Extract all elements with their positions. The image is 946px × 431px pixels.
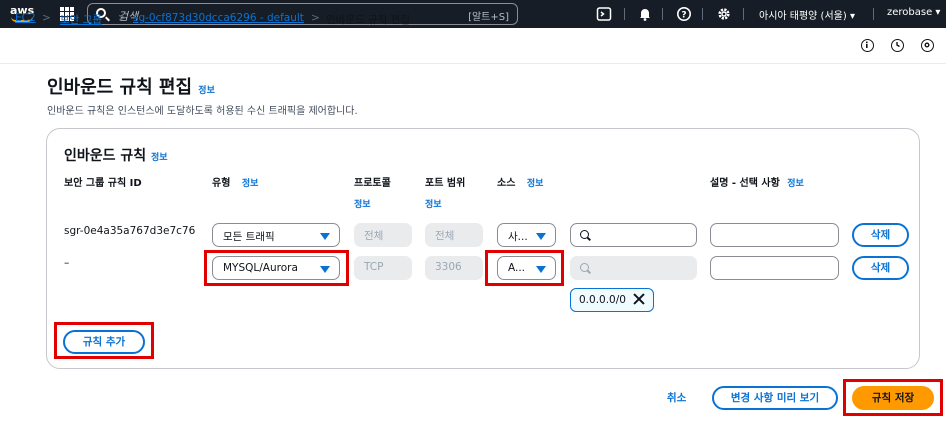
info-panel-icon[interactable] xyxy=(861,39,874,52)
cidr-search-input[interactable] xyxy=(570,223,697,247)
history-icon[interactable] xyxy=(891,39,904,52)
delete-rule-button[interactable]: 삭제 xyxy=(852,256,909,280)
highlight-add-rule xyxy=(54,322,154,359)
column-source-label: 소스 xyxy=(497,178,516,189)
inbound-rules-card xyxy=(46,128,920,369)
page-title-text: 인바운드 규칙 편집 xyxy=(47,77,193,98)
highlight-type-select xyxy=(204,250,349,286)
column-protocol: 프로토콜 xyxy=(354,178,391,189)
delete-rule-button[interactable]: 삭제 xyxy=(852,223,909,247)
type-select[interactable]: 모든 트래픽 xyxy=(212,223,340,247)
column-description-label: 설명 - 선택 사항 xyxy=(710,178,780,189)
breadcrumb-security-groups[interactable]: 보안 그룹 xyxy=(60,12,102,27)
save-rules-button[interactable]: 규칙 저장 xyxy=(852,386,934,410)
caret-down-icon xyxy=(320,233,330,240)
bell-icon[interactable] xyxy=(637,6,653,22)
protocol-field: 전체 xyxy=(354,223,412,247)
source-select-value: 사... xyxy=(508,231,528,243)
gear-icon[interactable] xyxy=(716,6,732,22)
close-icon[interactable] xyxy=(631,291,647,307)
cidr-token-value: 0.0.0.0/0 xyxy=(579,294,626,306)
search-shortcut: [알트+S] xyxy=(468,12,509,23)
card-title-text: 인바운드 규칙 xyxy=(64,148,147,164)
column-type-label: 유형 xyxy=(212,178,231,189)
column-description-info[interactable]: 정보 xyxy=(787,179,804,189)
column-type: 유형 정보 xyxy=(212,174,258,189)
account-menu[interactable]: zerobase ▾ xyxy=(887,7,940,18)
column-protocol-info[interactable]: 정보 xyxy=(354,197,371,210)
rule-id: – xyxy=(64,257,70,269)
type-select-value: 모든 트래픽 xyxy=(223,231,275,243)
cidr-token: 0.0.0.0/0 xyxy=(570,288,654,312)
column-type-info[interactable]: 정보 xyxy=(242,179,259,189)
tutorial-icon[interactable] xyxy=(921,39,934,52)
search-icon xyxy=(580,230,589,239)
column-source-info[interactable]: 정보 xyxy=(527,179,544,189)
card-title: 인바운드 규칙 정보 xyxy=(64,145,168,165)
port-range-field: 전체 xyxy=(425,223,483,247)
caret-down-icon xyxy=(536,233,546,240)
source-select[interactable]: 사... xyxy=(497,223,556,247)
breadcrumb-security-group[interactable]: sg-0cf873d30dcca6296 - default xyxy=(133,12,304,24)
breadcrumb-current: 인바운드 규칙 편집 xyxy=(326,14,410,26)
page-title: 인바운드 규칙 편집 정보 xyxy=(47,73,215,99)
column-port-range: 포트 범위 xyxy=(425,178,466,189)
description-input[interactable] xyxy=(710,223,839,247)
region-selector[interactable]: 아시아 태평양 (서울) ▾ xyxy=(759,7,855,22)
breadcrumb-ec2[interactable]: EC2 xyxy=(15,12,36,24)
description-input[interactable] xyxy=(710,256,839,280)
svg-text:?: ? xyxy=(681,11,686,21)
column-rule-id: 보안 그룹 규칙 ID xyxy=(64,178,142,189)
rule-id: sgr-0e4a35a767d3e7c76 xyxy=(64,225,196,237)
column-description: 설명 - 선택 사항 정보 xyxy=(710,174,804,189)
breadcrumb-separator: > xyxy=(311,12,320,24)
breadcrumb-separator: > xyxy=(42,12,51,24)
search-icon xyxy=(580,263,589,272)
help-icon[interactable]: ? xyxy=(676,6,692,22)
cidr-search-input[interactable] xyxy=(570,256,697,280)
column-source: 소스 정보 xyxy=(497,174,543,189)
card-info-link[interactable]: 정보 xyxy=(151,153,168,163)
breadcrumb-bar xyxy=(0,28,946,64)
breadcrumb-separator: > xyxy=(118,12,127,24)
page-info-link[interactable]: 정보 xyxy=(198,86,215,96)
page-description: 인바운드 규칙은 인스턴스에 도달하도록 허용된 수신 트래픽을 제어합니다. xyxy=(47,106,358,117)
highlight-source-select xyxy=(485,250,564,286)
protocol-field: TCP xyxy=(354,256,412,280)
port-range-field: 3306 xyxy=(425,256,483,280)
preview-changes-button[interactable]: 변경 사항 미리 보기 xyxy=(712,386,838,410)
column-port-info[interactable]: 정보 xyxy=(425,197,442,210)
cancel-button[interactable]: 취소 xyxy=(667,390,686,405)
cloudshell-icon[interactable] xyxy=(596,6,612,22)
